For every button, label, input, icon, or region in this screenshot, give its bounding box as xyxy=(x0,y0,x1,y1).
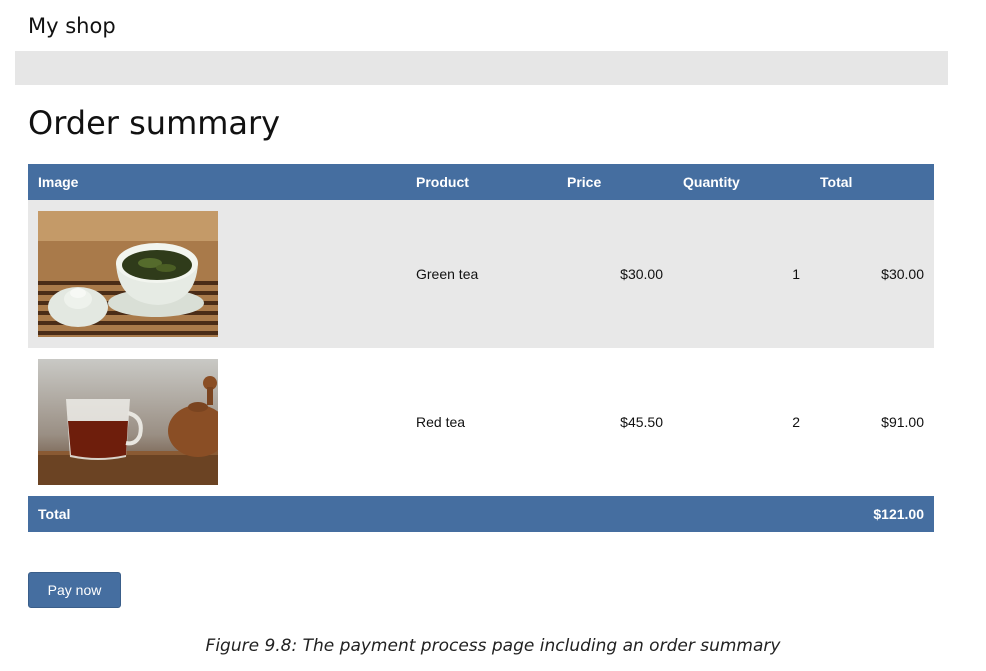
table-header-row: Image Product Price Quantity Total xyxy=(28,164,934,200)
column-header-product: Product xyxy=(416,174,469,190)
nav-bar xyxy=(15,51,948,85)
order-table: Image Product Price Quantity Total Green… xyxy=(28,164,934,532)
red-tea-photo-icon xyxy=(38,359,218,485)
product-image-cell xyxy=(28,348,406,496)
page-title: Order summary xyxy=(28,104,281,142)
order-total-label: Total xyxy=(38,506,71,522)
product-total: $30.00 xyxy=(881,266,924,282)
green-tea-image[interactable] xyxy=(38,211,218,337)
table-row: Green tea $30.00 1 $30.00 xyxy=(28,200,934,348)
product-name: Red tea xyxy=(416,414,466,430)
product-image-cell xyxy=(28,200,406,348)
figure-caption: Figure 9.8: The payment process page inc… xyxy=(205,636,781,656)
column-header-price: Price xyxy=(567,174,602,190)
table-row: Red tea $45.50 2 $91.00 xyxy=(28,348,934,496)
product-total: $91.00 xyxy=(881,414,924,430)
shop-title[interactable]: My shop xyxy=(28,14,116,38)
green-tea-photo-icon xyxy=(38,211,218,337)
pay-now-button[interactable]: Pay now xyxy=(28,572,121,608)
product-name: Green tea xyxy=(416,266,479,282)
column-header-quantity: Quantity xyxy=(683,174,740,190)
product-price: $45.50 xyxy=(620,414,663,430)
column-header-image: Image xyxy=(38,174,79,190)
order-total-amount: $121.00 xyxy=(873,506,924,522)
product-quantity: 1 xyxy=(792,266,800,282)
product-price: $30.00 xyxy=(620,266,663,282)
table-footer-row: Total $121.00 xyxy=(28,496,934,532)
red-tea-image[interactable] xyxy=(38,359,218,485)
product-quantity: 2 xyxy=(792,414,800,430)
column-header-total: Total xyxy=(820,174,853,190)
